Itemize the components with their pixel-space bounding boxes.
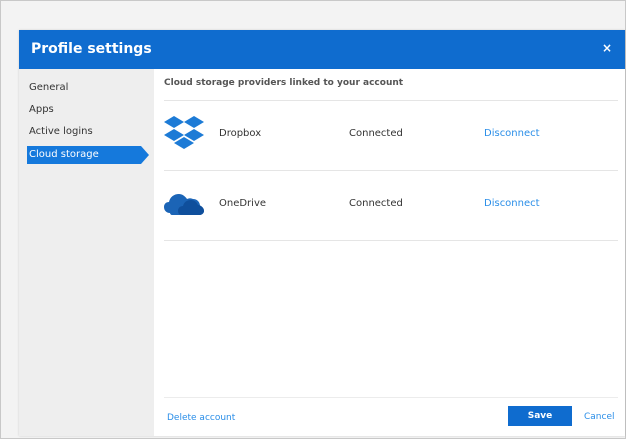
dropbox-icon xyxy=(164,114,204,154)
profile-settings-dialog: Profile settings × General Apps Active l… xyxy=(19,30,625,436)
provider-row-onedrive: OneDrive Connected Disconnect xyxy=(164,170,618,240)
provider-name: OneDrive xyxy=(219,198,267,209)
disconnect-onedrive-link[interactable]: Disconnect xyxy=(484,198,540,209)
provider-status: Connected xyxy=(349,128,403,139)
sidebar-item-apps[interactable]: Apps xyxy=(27,101,141,119)
settings-sidebar: General Apps Active logins Cloud storage xyxy=(19,69,154,436)
onedrive-icon xyxy=(164,184,204,224)
cancel-link[interactable]: Cancel xyxy=(584,412,615,422)
divider xyxy=(164,240,618,241)
cloud-storage-panel: Cloud storage providers linked to your a… xyxy=(154,69,625,436)
close-icon[interactable]: × xyxy=(599,40,615,56)
provider-status: Connected xyxy=(349,198,403,209)
dialog-title: Profile settings xyxy=(31,41,152,57)
sidebar-item-label: General xyxy=(29,82,69,93)
sidebar-item-general[interactable]: General xyxy=(27,79,141,97)
sidebar-item-label: Active logins xyxy=(29,126,93,137)
sidebar-item-active-logins[interactable]: Active logins xyxy=(27,123,141,141)
sidebar-item-label: Cloud storage xyxy=(29,149,99,160)
provider-name: Dropbox xyxy=(219,128,262,139)
dialog-titlebar: Profile settings × xyxy=(19,30,625,69)
section-heading: Cloud storage providers linked to your a… xyxy=(164,78,404,88)
provider-row-dropbox: Dropbox Connected Disconnect xyxy=(164,100,618,170)
sidebar-item-cloud-storage[interactable]: Cloud storage xyxy=(27,146,149,164)
sidebar-item-label: Apps xyxy=(29,104,54,115)
footer-divider xyxy=(164,397,618,398)
disconnect-dropbox-link[interactable]: Disconnect xyxy=(484,128,540,139)
save-button[interactable]: Save xyxy=(508,406,572,426)
delete-account-link[interactable]: Delete account xyxy=(167,413,235,423)
